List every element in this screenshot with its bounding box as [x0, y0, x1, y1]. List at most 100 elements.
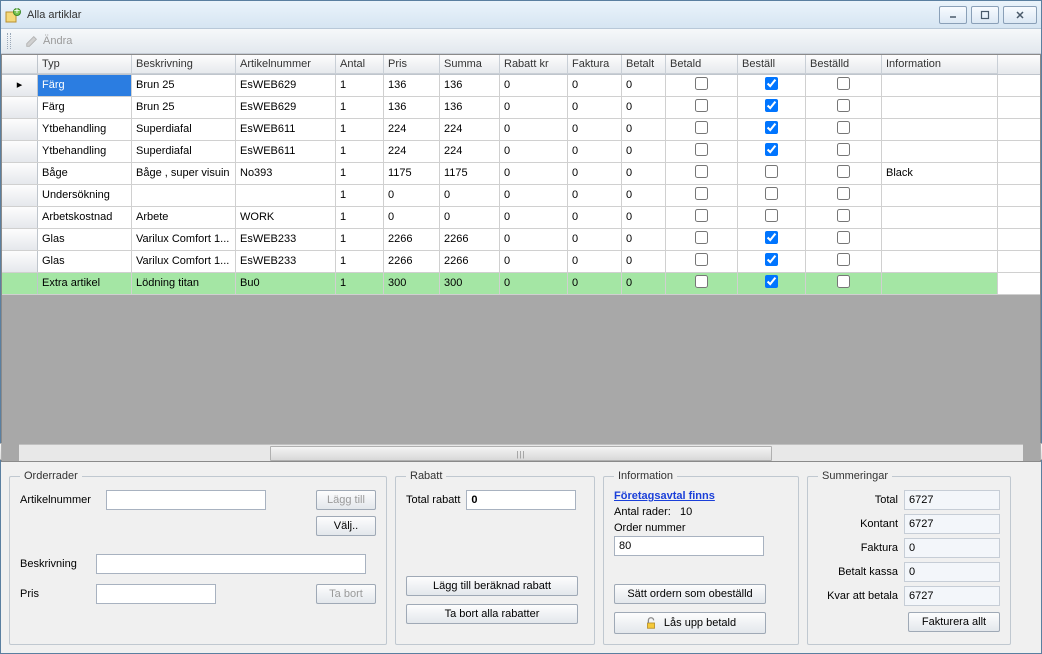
cell-info[interactable]	[882, 75, 998, 96]
close-button[interactable]	[1003, 6, 1037, 24]
cell-typ[interactable]: Glas	[38, 229, 132, 250]
total-rabatt-input[interactable]	[466, 490, 576, 510]
satt-obestalld-button[interactable]: Sätt ordern som obeställd	[614, 584, 766, 604]
cell-rab[interactable]: 0	[500, 163, 568, 184]
cell-typ[interactable]: Ytbehandling	[38, 119, 132, 140]
table-row[interactable]: Extra artikelLödning titanBu01300300000	[2, 273, 1040, 295]
cell-fak[interactable]: 0	[568, 185, 622, 206]
cell-typ[interactable]: Färg	[38, 97, 132, 118]
cell-betalt[interactable]: 0	[622, 119, 666, 140]
row-header[interactable]	[2, 207, 38, 228]
cell-betald[interactable]	[666, 185, 738, 206]
bestall-checkbox[interactable]	[765, 231, 778, 244]
cell-antal[interactable]: 1	[336, 229, 384, 250]
table-row[interactable]: Undersökning100000	[2, 185, 1040, 207]
cell-besk[interactable]: Varilux Comfort 1...	[132, 251, 236, 272]
valj-button[interactable]: Välj..	[316, 516, 376, 536]
cell-pris[interactable]: 2266	[384, 229, 440, 250]
cell-bestalld[interactable]	[806, 75, 882, 96]
cell-betald[interactable]	[666, 251, 738, 272]
cell-pris[interactable]: 2266	[384, 251, 440, 272]
cell-summa[interactable]: 0	[440, 185, 500, 206]
betald-checkbox[interactable]	[695, 77, 708, 90]
cell-betalt[interactable]: 0	[622, 229, 666, 250]
table-row[interactable]: GlasVarilux Comfort 1...EsWEB23312266226…	[2, 229, 1040, 251]
bestall-checkbox[interactable]	[765, 209, 778, 222]
col-betalt[interactable]: Betalt	[622, 55, 666, 74]
cell-typ[interactable]: Färg	[38, 75, 132, 96]
table-row[interactable]: GlasVarilux Comfort 1...EsWEB23312266226…	[2, 251, 1040, 273]
cell-antal[interactable]: 1	[336, 251, 384, 272]
cell-bestall[interactable]	[738, 97, 806, 118]
fakturera-allt-button[interactable]: Fakturera allt	[908, 612, 1000, 632]
cell-besk[interactable]: Superdiafal	[132, 119, 236, 140]
cell-bestalld[interactable]	[806, 163, 882, 184]
cell-pris[interactable]: 224	[384, 141, 440, 162]
col-beskrivning[interactable]: Beskrivning	[132, 55, 236, 74]
cell-bestalld[interactable]	[806, 185, 882, 206]
cell-summa[interactable]: 2266	[440, 229, 500, 250]
cell-rab[interactable]: 0	[500, 75, 568, 96]
cell-pris[interactable]: 136	[384, 75, 440, 96]
cell-info[interactable]	[882, 97, 998, 118]
hscroll-left[interactable]: ◄	[0, 443, 2, 460]
bestall-checkbox[interactable]	[765, 275, 778, 288]
cell-typ[interactable]: Båge	[38, 163, 132, 184]
pris-input[interactable]	[96, 584, 216, 604]
cell-antal[interactable]: 1	[336, 97, 384, 118]
betald-checkbox[interactable]	[695, 187, 708, 200]
col-betald[interactable]: Betald	[666, 55, 738, 74]
col-typ[interactable]: Typ	[38, 55, 132, 74]
cell-betalt[interactable]: 0	[622, 251, 666, 272]
cell-fak[interactable]: 0	[568, 97, 622, 118]
cell-besk[interactable]: Varilux Comfort 1...	[132, 229, 236, 250]
cell-besk[interactable]: Lödning titan	[132, 273, 236, 294]
ta-bort-button[interactable]: Ta bort	[316, 584, 376, 604]
cell-art[interactable]: EsWEB611	[236, 119, 336, 140]
edit-button[interactable]: Ändra	[19, 32, 78, 50]
maximize-button[interactable]	[971, 6, 999, 24]
row-header[interactable]	[2, 97, 38, 118]
minimize-button[interactable]	[939, 6, 967, 24]
cell-antal[interactable]: 1	[336, 119, 384, 140]
col-rabatt[interactable]: Rabatt kr	[500, 55, 568, 74]
cell-antal[interactable]: 1	[336, 207, 384, 228]
row-header[interactable]	[2, 163, 38, 184]
cell-summa[interactable]: 300	[440, 273, 500, 294]
cell-antal[interactable]: 1	[336, 75, 384, 96]
cell-typ[interactable]: Arbetskostnad	[38, 207, 132, 228]
cell-bestall[interactable]	[738, 141, 806, 162]
bestall-checkbox[interactable]	[765, 143, 778, 156]
cell-bestall[interactable]	[738, 207, 806, 228]
row-header[interactable]: ▸	[2, 75, 38, 96]
row-header[interactable]	[2, 185, 38, 206]
betald-checkbox[interactable]	[695, 165, 708, 178]
bestalld-checkbox[interactable]	[837, 121, 850, 134]
titlebar[interactable]: + Alla artiklar	[1, 1, 1041, 29]
bestalld-checkbox[interactable]	[837, 209, 850, 222]
cell-bestalld[interactable]	[806, 119, 882, 140]
cell-art[interactable]: EsWEB233	[236, 251, 336, 272]
toolbar-grip[interactable]	[7, 33, 11, 49]
cell-besk[interactable]: Superdiafal	[132, 141, 236, 162]
cell-bestalld[interactable]	[806, 97, 882, 118]
cell-art[interactable]: No393	[236, 163, 336, 184]
table-row[interactable]: FärgBrun 25EsWEB6291136136000	[2, 97, 1040, 119]
cell-fak[interactable]: 0	[568, 141, 622, 162]
cell-info[interactable]: Black	[882, 163, 998, 184]
cell-rab[interactable]: 0	[500, 141, 568, 162]
cell-fak[interactable]: 0	[568, 75, 622, 96]
cell-betald[interactable]	[666, 273, 738, 294]
cell-antal[interactable]: 1	[336, 273, 384, 294]
cell-summa[interactable]: 0	[440, 207, 500, 228]
cell-bestall[interactable]	[738, 185, 806, 206]
cell-summa[interactable]: 136	[440, 75, 500, 96]
las-upp-betald-button[interactable]: Lås upp betald	[614, 612, 766, 634]
table-row[interactable]: ArbetskostnadArbeteWORK100000	[2, 207, 1040, 229]
cell-betalt[interactable]: 0	[622, 207, 666, 228]
artikelnummer-input[interactable]	[106, 490, 266, 510]
cell-art[interactable]	[236, 185, 336, 206]
cell-bestalld[interactable]	[806, 207, 882, 228]
cell-betald[interactable]	[666, 141, 738, 162]
cell-rab[interactable]: 0	[500, 251, 568, 272]
